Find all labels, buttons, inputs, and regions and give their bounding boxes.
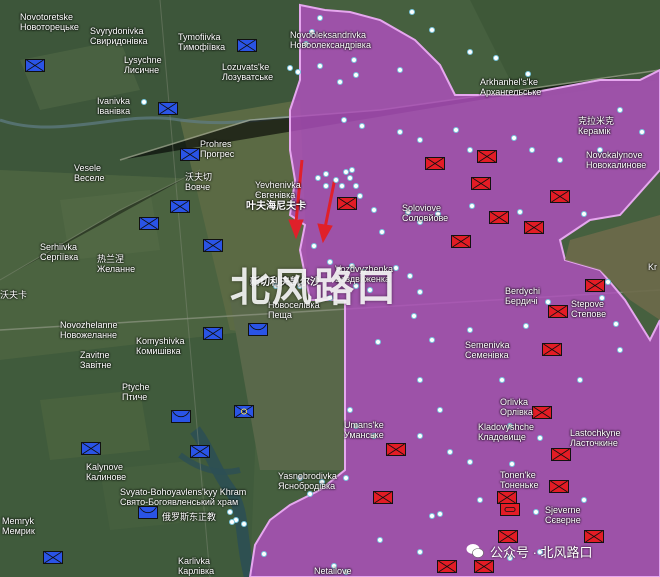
place-label-svyrydonivka: Svyrydonivka Свиридонівка xyxy=(90,26,148,46)
place-label-berdychi: Berdychi Бердичі xyxy=(505,286,541,306)
place-label-novokalynove: Novokalynove Новокалинове xyxy=(586,150,647,170)
place-label-netailove: Netailove xyxy=(314,566,352,576)
ru-unit-marker[interactable] xyxy=(532,406,552,419)
place-label-keramik: 克拉米克 Керамік xyxy=(578,116,615,136)
ru-unit-marker[interactable] xyxy=(524,221,544,234)
place-label-serhiivka: Serhiivka Сергіївка xyxy=(40,242,79,262)
ru-unit-marker[interactable] xyxy=(551,448,571,461)
place-label-ivanivka: Ivanivka Іванівка xyxy=(97,96,131,116)
ua-unit-marker[interactable] xyxy=(170,200,190,213)
place-label-west-edge: 沃夫卡 xyxy=(0,290,28,300)
ua-unit-marker[interactable] xyxy=(43,551,63,564)
ru-unit-marker[interactable] xyxy=(386,443,406,456)
ua-unit-marker[interactable] xyxy=(81,442,101,455)
ua-unit-marker[interactable] xyxy=(25,59,45,72)
place-label-semenivka: Semenivka Семенівка xyxy=(465,340,510,360)
ru-unit-marker[interactable] xyxy=(550,190,570,203)
ru-unit-marker[interactable] xyxy=(471,177,491,190)
ua-unit-marker[interactable] xyxy=(138,506,158,519)
place-label-vesele: Vesele Веселе xyxy=(74,163,105,183)
wechat-icon xyxy=(466,543,484,559)
place-label-zavitne: Zavitne Завітне xyxy=(80,350,112,370)
ru-unit-marker[interactable] xyxy=(500,503,520,516)
place-label-ptyche: Ptyche Птичe xyxy=(122,382,150,402)
ua-unit-marker[interactable] xyxy=(248,323,268,336)
place-label-sjeverne: Sjeverne Сєверне xyxy=(545,505,581,525)
place-label-khram: Svyato-Bohoyavlens'kyy Khram Свято-Богояв… xyxy=(120,487,247,507)
watermark-text: 北风路口 xyxy=(230,266,398,310)
place-label-novotoretske: Novotoretske Новоторецьке xyxy=(20,12,79,32)
place-label-komyshivka: Komyshivka Комишівка xyxy=(136,336,185,356)
place-label-arkhanhelske: Arkhanhel's'ke Архангельське xyxy=(480,77,542,97)
ru-unit-marker[interactable] xyxy=(542,343,562,356)
place-label-yasnobrodivka: Yasnobrodivka Яснобродівка xyxy=(278,471,337,491)
ru-unit-marker[interactable] xyxy=(337,197,357,210)
ru-unit-marker[interactable] xyxy=(549,480,569,493)
place-label-tymofiivka: Tymofiivka Тимофіївка xyxy=(178,32,226,52)
place-label-novozhelanne: Novozhelanne Новожеланне xyxy=(60,320,118,340)
ru-unit-marker[interactable] xyxy=(437,560,457,573)
place-label-novooleksandrivka: Novooleksandrivka Новоолександрівка xyxy=(290,30,371,50)
ru-unit-marker[interactable] xyxy=(477,150,497,163)
place-label-kr: Kr xyxy=(648,262,657,272)
ua-unit-marker[interactable] xyxy=(180,148,200,161)
annotation-yevhenivka-cn: 叶夫海尼夫卡 xyxy=(246,201,306,212)
place-label-kalynove: Kalynove Калинове xyxy=(86,462,127,482)
ru-unit-marker[interactable] xyxy=(489,211,509,224)
ru-unit-marker[interactable] xyxy=(373,491,393,504)
ua-unit-marker[interactable] xyxy=(139,217,159,230)
ua-unit-marker[interactable] xyxy=(171,410,191,423)
ua-unit-marker[interactable] xyxy=(203,327,223,340)
place-label-memryk: Memryk Мемрик xyxy=(2,516,35,536)
ua-unit-marker[interactable] xyxy=(237,39,257,52)
ua-unit-marker[interactable] xyxy=(190,445,210,458)
place-label-orlivka: Orlivka Орлівка xyxy=(500,397,533,417)
place-label-umanske: Umans'ke Уманське xyxy=(344,420,384,440)
place-label-vovche: 沃夫切 Вовче xyxy=(185,172,213,192)
wechat-badge: 公众号 · 北风路口 xyxy=(466,539,593,563)
place-label-zhelanne: 热兰涅 Желанне xyxy=(97,254,136,274)
ua-unit-marker[interactable] xyxy=(203,239,223,252)
place-label-prohres: Prohres Прогрес xyxy=(200,139,235,159)
place-label-stepove: Stepove Степове xyxy=(571,299,607,319)
place-label-yevhenivka: Yevhenivka Євгенівка xyxy=(255,180,301,200)
place-label-church-cn: 俄罗斯东正教 xyxy=(162,512,217,522)
ua-unit-marker[interactable] xyxy=(158,102,178,115)
place-label-lastochkyne: Lastochkyne Ласточкине xyxy=(570,428,621,448)
place-label-kladovyshche: Kladovyshche Кладовище xyxy=(478,422,535,442)
ua-unit-marker[interactable] xyxy=(234,405,254,418)
place-label-lysychne: Lysychne Лисичне xyxy=(124,55,162,75)
place-label-tonenke: Tonen'ke Тоненьке xyxy=(500,470,539,490)
place-label-lozuvatske: Lozuvats'ke Лозуватське xyxy=(222,62,274,82)
place-label-karlivka: Karlivka Карлівка xyxy=(178,556,215,576)
place-label-soloviove: Soloviove Соловйове xyxy=(402,203,449,223)
ru-unit-marker[interactable] xyxy=(548,305,568,318)
ru-unit-marker[interactable] xyxy=(425,157,445,170)
ru-unit-marker[interactable] xyxy=(451,235,471,248)
ru-unit-marker[interactable] xyxy=(585,279,605,292)
badge-text: 公众号 · 北风路口 xyxy=(490,544,593,560)
